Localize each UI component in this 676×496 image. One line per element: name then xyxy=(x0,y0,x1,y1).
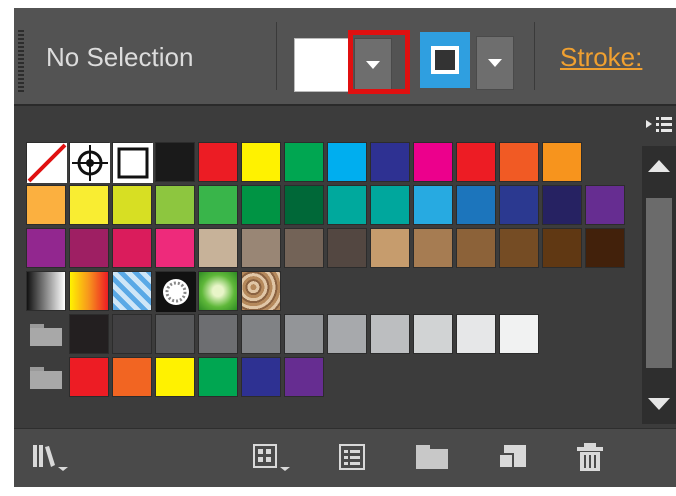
pattern-swatch[interactable] xyxy=(155,271,196,312)
color-swatch[interactable] xyxy=(69,228,109,268)
registration-swatch[interactable] xyxy=(69,142,110,183)
none-swatch[interactable] xyxy=(26,142,67,183)
color-swatch[interactable] xyxy=(284,357,324,397)
color-swatch[interactable] xyxy=(198,314,238,354)
color-swatch[interactable] xyxy=(284,314,324,354)
color-swatch[interactable] xyxy=(327,185,367,225)
stroke-panel-link[interactable]: Stroke: xyxy=(560,42,642,73)
gradient-swatch[interactable] xyxy=(26,271,66,311)
color-swatch[interactable] xyxy=(413,185,453,225)
panel-menu-icon[interactable] xyxy=(644,112,674,136)
color-swatch[interactable] xyxy=(155,314,195,354)
color-swatch[interactable] xyxy=(26,228,66,268)
color-swatch[interactable] xyxy=(370,185,410,225)
color-swatch[interactable] xyxy=(499,228,539,268)
stroke-color-swatch[interactable] xyxy=(420,32,470,88)
show-swatch-kinds-icon[interactable] xyxy=(250,441,294,473)
color-swatch[interactable] xyxy=(456,228,496,268)
pattern-swatch[interactable] xyxy=(198,271,238,311)
color-swatch[interactable] xyxy=(198,142,238,182)
color-swatch[interactable] xyxy=(155,185,195,225)
scroll-up-icon[interactable] xyxy=(648,160,670,172)
color-swatch[interactable] xyxy=(112,314,152,354)
white-swatch[interactable] xyxy=(112,142,153,183)
color-swatch[interactable] xyxy=(456,142,496,182)
color-swatch[interactable] xyxy=(241,228,281,268)
color-swatch[interactable] xyxy=(542,142,582,182)
color-swatch[interactable] xyxy=(112,185,152,225)
color-swatch[interactable] xyxy=(155,228,195,268)
color-swatch[interactable] xyxy=(585,228,625,268)
scroll-thumb[interactable] xyxy=(646,198,672,368)
fill-dropdown-highlight xyxy=(348,30,410,94)
color-swatch[interactable] xyxy=(112,357,152,397)
color-swatch[interactable] xyxy=(413,314,453,354)
chevron-down-icon xyxy=(488,59,502,67)
header-divider xyxy=(276,22,277,90)
color-swatch[interactable] xyxy=(456,314,496,354)
fill-color-swatch[interactable] xyxy=(294,38,350,92)
color-swatch[interactable] xyxy=(241,314,281,354)
color-swatch[interactable] xyxy=(327,314,367,354)
color-swatch[interactable] xyxy=(413,142,453,182)
selection-status-label: No Selection xyxy=(46,42,194,72)
color-swatch[interactable] xyxy=(284,142,324,182)
color-swatch[interactable] xyxy=(327,142,367,182)
color-swatch[interactable] xyxy=(112,228,152,268)
swatch-scrollbar[interactable] xyxy=(642,146,676,424)
color-swatch[interactable] xyxy=(241,357,281,397)
swatches-panel: No Selection Stroke: xyxy=(14,8,676,487)
panel-footer xyxy=(14,428,676,487)
swatch-libraries-icon[interactable] xyxy=(30,441,70,473)
pattern-swatch[interactable] xyxy=(112,271,152,311)
color-swatch[interactable] xyxy=(413,228,453,268)
color-swatch[interactable] xyxy=(241,185,281,225)
color-swatch[interactable] xyxy=(69,314,109,354)
new-color-group-icon[interactable] xyxy=(412,441,452,473)
color-swatch[interactable] xyxy=(284,185,324,225)
color-group-folder-icon xyxy=(26,314,66,354)
color-swatch[interactable] xyxy=(284,228,324,268)
swatch-options-icon[interactable] xyxy=(334,441,370,473)
color-swatch[interactable] xyxy=(327,228,367,268)
panel-header: No Selection Stroke: xyxy=(14,8,676,106)
stroke-square-icon xyxy=(431,46,459,74)
color-swatch[interactable] xyxy=(499,185,539,225)
color-swatch[interactable] xyxy=(370,314,410,354)
color-swatch[interactable] xyxy=(69,185,109,225)
scroll-down-icon[interactable] xyxy=(648,398,670,410)
color-swatch[interactable] xyxy=(198,228,238,268)
color-swatch[interactable] xyxy=(198,185,238,225)
trash-icon[interactable] xyxy=(572,441,608,473)
header-divider xyxy=(534,22,535,90)
color-swatch[interactable] xyxy=(241,142,281,182)
color-swatch[interactable] xyxy=(456,185,496,225)
color-swatch[interactable] xyxy=(198,357,238,397)
color-swatch[interactable] xyxy=(370,142,410,182)
color-swatch[interactable] xyxy=(155,357,195,397)
pattern-swatch[interactable] xyxy=(241,271,281,311)
color-swatch[interactable] xyxy=(69,357,109,397)
new-swatch-icon[interactable] xyxy=(494,441,530,473)
color-swatch[interactable] xyxy=(499,142,539,182)
panel-grip-handle[interactable] xyxy=(18,30,24,94)
color-swatch[interactable] xyxy=(499,314,539,354)
color-swatch[interactable] xyxy=(155,142,195,182)
color-swatch[interactable] xyxy=(26,185,66,225)
stroke-dropdown-button[interactable] xyxy=(476,36,514,90)
color-swatch[interactable] xyxy=(585,185,625,225)
color-swatch[interactable] xyxy=(370,228,410,268)
gradient-swatch[interactable] xyxy=(69,271,109,311)
color-swatch[interactable] xyxy=(542,228,582,268)
color-group-folder-icon xyxy=(26,357,66,397)
color-swatch[interactable] xyxy=(542,185,582,225)
